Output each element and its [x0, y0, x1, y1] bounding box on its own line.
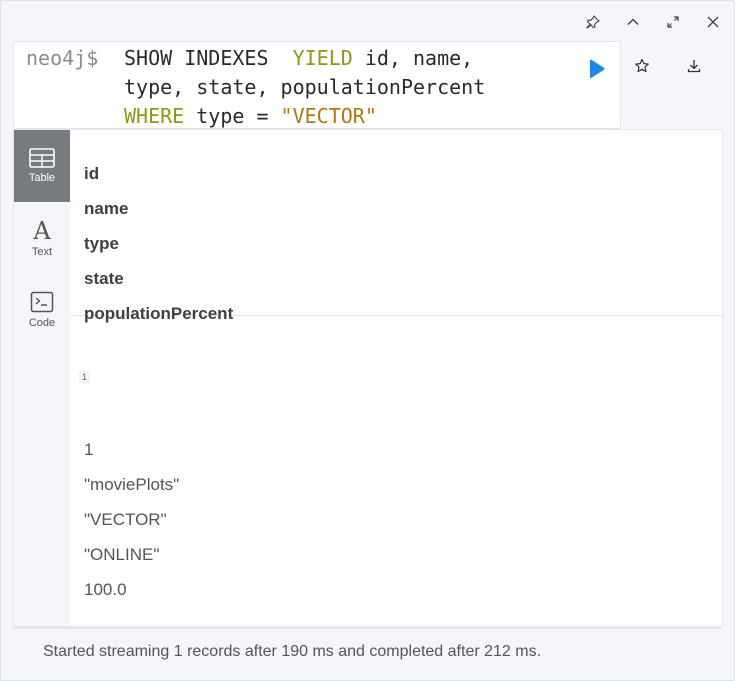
query-code[interactable]: SHOW INDEXES YIELD id, name, type, state,…: [124, 44, 485, 131]
cell-id: 1: [84, 440, 94, 459]
tab-code-label: Code: [28, 317, 56, 329]
tab-code[interactable]: Code: [14, 274, 70, 346]
download-icon: [687, 60, 701, 73]
row-number: 1: [79, 370, 91, 384]
download-button[interactable]: [685, 57, 703, 75]
header-id: id: [84, 164, 100, 183]
pin-icon[interactable]: [584, 13, 602, 31]
run-button[interactable]: [585, 58, 607, 80]
query-string: "VECTOR": [280, 104, 377, 128]
header-name: name: [84, 199, 129, 218]
result-frame: neo4j$ SHOW INDEXES YIELD id, name, type,…: [0, 0, 735, 681]
query-line: type, state, populationPercent: [124, 73, 485, 102]
tab-table[interactable]: Table: [14, 130, 70, 202]
view-tabs: Table A Text Code: [14, 130, 70, 626]
header-populationpercent: populationPercent: [84, 304, 234, 323]
cell-state: "ONLINE": [84, 545, 160, 564]
editor-prompt: neo4j$: [26, 46, 99, 70]
cell-type: "VECTOR": [84, 510, 167, 529]
status-bar: Started streaming 1 records after 190 ms…: [13, 627, 721, 674]
svg-text:A: A: [32, 218, 51, 242]
query-line: SHOW INDEXES YIELD id, name,: [124, 44, 485, 73]
play-icon: [590, 59, 605, 79]
query-line: WHERE type = "VECTOR": [124, 102, 485, 131]
code-icon: [30, 291, 54, 313]
status-text: Started streaming 1 records after 190 ms…: [43, 643, 542, 660]
cell-name: "moviePlots": [84, 475, 180, 494]
tab-text-label: Text: [31, 246, 53, 258]
tab-text[interactable]: A Text: [14, 202, 70, 274]
editor-actions: [633, 57, 703, 75]
text-icon: A: [32, 218, 51, 242]
query-editor[interactable]: neo4j$ SHOW INDEXES YIELD id, name, type,…: [13, 41, 621, 129]
table-header: id name type state populationPercent: [71, 130, 722, 323]
cell-populationpercent: 100.0: [84, 580, 127, 599]
query-text: type, state, populationPercent: [124, 75, 486, 99]
query-text: type =: [184, 104, 281, 128]
expand-icon[interactable]: [664, 13, 682, 31]
chevron-up-icon[interactable]: [624, 13, 642, 31]
close-icon[interactable]: [704, 13, 722, 31]
tab-table-label: Table: [28, 172, 56, 184]
query-keyword: YIELD: [292, 46, 353, 70]
star-icon: [635, 58, 649, 73]
result-panel: Table A Text Code id name type state pop…: [13, 129, 723, 627]
query-text: SHOW INDEXES: [124, 46, 293, 70]
header-type: type: [84, 234, 119, 253]
query-text: id, name,: [352, 46, 474, 70]
frame-controls: [584, 13, 722, 31]
query-keyword: WHERE: [124, 104, 185, 128]
table-view: id name type state populationPercent 1 1…: [71, 130, 722, 626]
table-icon: [29, 148, 55, 168]
favorite-button[interactable]: [633, 57, 651, 75]
header-state: state: [84, 269, 124, 288]
table-row: 1 "moviePlots" "VECTOR" "ONLINE" 100.0: [84, 440, 179, 615]
